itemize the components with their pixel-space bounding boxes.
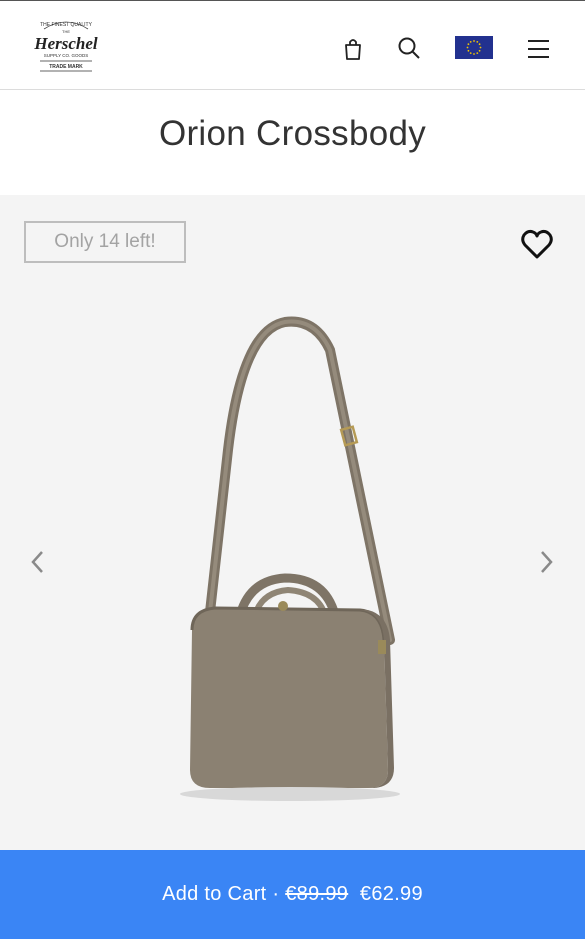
- eu-flag-icon[interactable]: [455, 36, 493, 59]
- product-bag-image: [150, 310, 440, 810]
- svg-text:Herschel: Herschel: [33, 34, 98, 53]
- svg-text:TRADE MARK: TRADE MARK: [49, 64, 83, 70]
- heart-icon[interactable]: [520, 229, 554, 261]
- page-title: Orion Crossbody: [158, 114, 427, 153]
- stock-badge: Only 14 left!: [24, 221, 186, 263]
- add-to-cart-button[interactable]: Add to Cart · €89.99 €62.99: [0, 850, 585, 939]
- chevron-left-icon[interactable]: [26, 547, 48, 577]
- search-icon[interactable]: [397, 36, 421, 60]
- shopping-bag-icon[interactable]: [342, 37, 364, 61]
- product-title-area: Orion Crossbody: [0, 91, 585, 195]
- original-price: €89.99: [285, 883, 349, 905]
- sale-price: €62.99: [359, 883, 423, 905]
- add-to-cart-label: Add to Cart ·: [162, 883, 280, 905]
- herschel-logo[interactable]: THE FINEST QUALITY THE Herschel SUPPLY C…: [30, 15, 102, 77]
- svg-text:THE FINEST QUALITY: THE FINEST QUALITY: [40, 22, 93, 28]
- hamburger-menu-icon[interactable]: [526, 39, 550, 59]
- svg-text:SUPPLY CO. GOODS: SUPPLY CO. GOODS: [44, 53, 89, 58]
- site-header: THE FINEST QUALITY THE Herschel SUPPLY C…: [0, 0, 585, 90]
- product-gallery: Only 14 left!: [0, 195, 585, 850]
- chevron-right-icon[interactable]: [536, 547, 558, 577]
